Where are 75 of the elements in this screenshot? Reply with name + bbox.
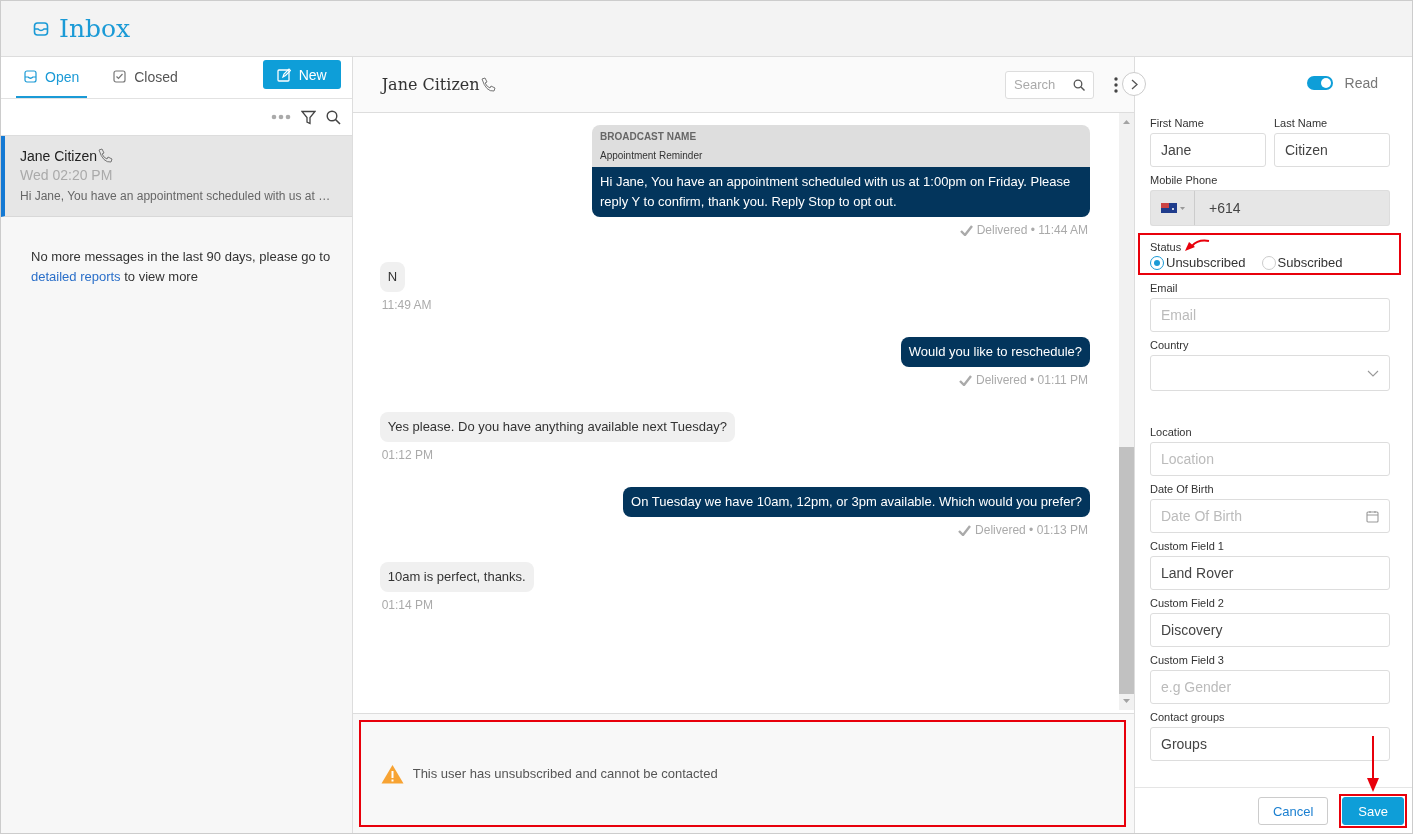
collapse-button[interactable]	[1122, 72, 1146, 96]
radio-option[interactable]: Subscribed	[1261, 255, 1343, 270]
chevron-down-icon	[1367, 369, 1379, 377]
check-icon	[958, 374, 972, 386]
inbox-tray-icon	[24, 70, 37, 83]
search-icon	[1073, 78, 1085, 91]
field-label: Contact groups	[1150, 711, 1226, 723]
field-label: Country	[1150, 339, 1190, 351]
checked-box-icon	[113, 70, 127, 83]
flag-icon	[1160, 203, 1185, 213]
unsubscribed-warning: This user has unsubscribed and cannot be contacted	[412, 766, 718, 781]
incoming-message: Yes please. Do you have anything available next Tuesday?	[379, 412, 735, 442]
message-status: 11:49 AM	[381, 298, 432, 312]
outgoing-message: On Tuesday we have 10am, 12pm, or 3pm available. Which would you prefer?	[623, 487, 1090, 517]
conversation-time: Wed 02:20 PM	[20, 167, 114, 183]
field-label: Last Name	[1274, 117, 1329, 129]
input-field[interactable]: Jane	[1150, 133, 1266, 167]
message-status: 01:12 PM	[381, 448, 434, 462]
empty-history-note: No more messages in the last 90 days, please go to detailed reports to view more	[30, 248, 332, 286]
field-label: First Name	[1150, 117, 1205, 129]
incoming-message: 10am is perfect, thanks.	[379, 562, 534, 592]
search-field[interactable]: Search	[1005, 70, 1094, 99]
field-label: Mobile Phone	[1150, 174, 1219, 186]
input-field[interactable]: Groups	[1150, 727, 1390, 761]
filter-icon[interactable]	[300, 109, 316, 125]
inbox-icon	[33, 20, 49, 37]
read-toggle[interactable]	[1306, 76, 1333, 90]
field-label: Status	[1150, 241, 1182, 253]
edit-icon	[276, 67, 291, 82]
field-label: Custom Field 1	[1150, 540, 1225, 552]
input-field[interactable]: Discovery	[1150, 613, 1390, 647]
conversation-item[interactable]: Jane Citizen Wed 02:20 PM Hi Jane, You have an appointment scheduled with us at …	[1, 136, 352, 217]
broadcast-name: Appointment Reminder	[600, 150, 704, 161]
scrollbar[interactable]	[1119, 113, 1134, 710]
warning-icon	[380, 763, 404, 784]
annotation-arrow	[1367, 736, 1380, 792]
field-label: Email	[1150, 282, 1179, 294]
phone-field[interactable]: +614	[1195, 190, 1390, 226]
input-field[interactable]: Date Of Birth	[1150, 499, 1390, 533]
input-field[interactable]: Citizen	[1274, 133, 1390, 167]
input-field[interactable]: e.g Gender	[1150, 670, 1390, 704]
outgoing-message: Would you like to reschedule?	[900, 337, 1090, 367]
field-label: Location	[1150, 426, 1193, 438]
check-icon	[958, 524, 972, 536]
input-field[interactable]: Email	[1150, 298, 1390, 332]
select-field[interactable]	[1150, 355, 1390, 391]
input-field[interactable]: Land Rover	[1150, 556, 1390, 590]
radio-option[interactable]: Unsubscribed	[1150, 255, 1246, 270]
conversation-title: Jane Citizen	[381, 75, 480, 94]
filter-tab[interactable]: Closed	[105, 57, 186, 98]
detailed-reports-link[interactable]: detailed reports	[31, 269, 121, 284]
input-field[interactable]: Location	[1150, 442, 1390, 476]
chevron-right-icon	[1130, 78, 1138, 90]
country-code-button[interactable]	[1150, 190, 1195, 226]
search-icon[interactable]	[325, 109, 341, 125]
message-status: Delivered • 11:44 AM	[976, 223, 1088, 237]
check-icon	[959, 224, 973, 236]
cancel-button[interactable]: Cancel	[1257, 797, 1329, 825]
message-status: Delivered • 01:11 PM	[975, 373, 1088, 387]
broadcast-label: BROADCAST NAME	[600, 131, 697, 142]
message-text: Hi Jane, You have an appointment scheduled with us at 1:00pm on Friday. Please reply Y to confirm, thank you. Reply Stop to opt out.	[592, 167, 1090, 217]
field-label: Custom Field 3	[1150, 654, 1225, 666]
page-title: Inbox	[59, 14, 131, 43]
field-label: Date Of Birth	[1150, 483, 1215, 495]
contact-name: Jane Citizen	[20, 148, 98, 164]
incoming-message: N	[379, 262, 406, 292]
field-label: Custom Field 2	[1150, 597, 1225, 609]
annotation-arrow	[1184, 238, 1210, 252]
calendar-icon	[1366, 510, 1379, 523]
message-preview: Hi Jane, You have an appointment scheduled with us at …	[20, 189, 331, 203]
message-status: 01:14 PM	[381, 598, 434, 612]
more-vertical-icon[interactable]	[1114, 76, 1118, 93]
toggle-label: Read	[1344, 75, 1378, 91]
message-status: Delivered • 01:13 PM	[975, 523, 1088, 537]
more-icon[interactable]	[270, 114, 291, 120]
